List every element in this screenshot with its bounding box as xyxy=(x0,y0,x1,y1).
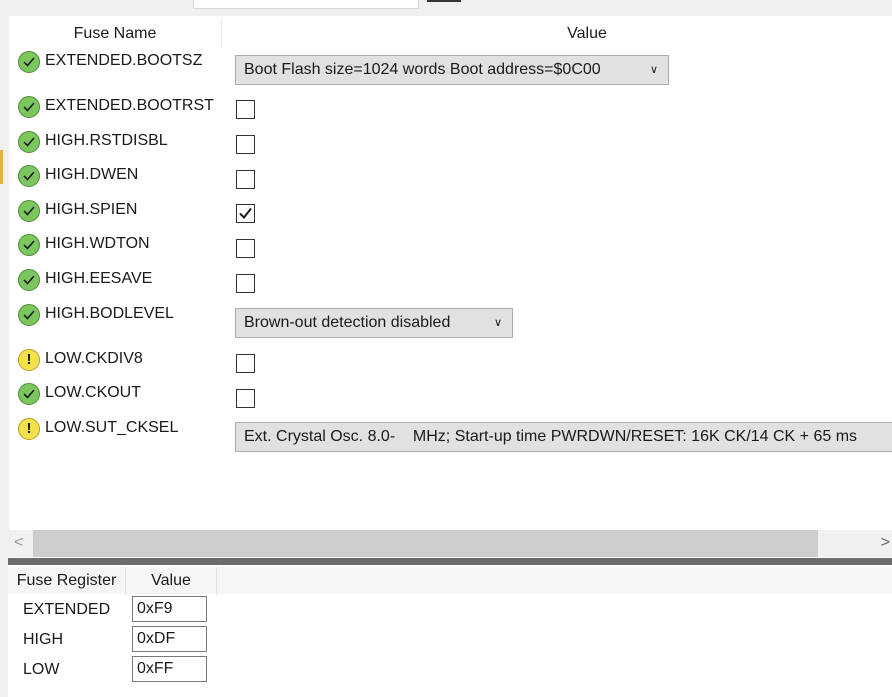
bodlevel-select[interactable]: Brown-out detection disabled ∨ xyxy=(235,308,513,338)
register-name-extended: EXTENDED xyxy=(23,601,111,618)
toolbar-field[interactable] xyxy=(193,0,419,9)
scrollbar-thumb[interactable] xyxy=(33,530,818,557)
wdton-checkbox[interactable] xyxy=(236,239,255,258)
checkmark-icon xyxy=(239,207,252,220)
scroll-right-icon[interactable]: > xyxy=(881,534,890,552)
panel-splitter[interactable] xyxy=(8,558,892,565)
side-indicator xyxy=(0,150,3,184)
register-value-low[interactable]: 0xFF xyxy=(132,656,207,682)
top-toolbar xyxy=(0,0,892,14)
check-circle-icon xyxy=(18,200,40,222)
check-circle-icon xyxy=(18,165,40,187)
check-circle-icon xyxy=(18,131,40,153)
check-circle-icon xyxy=(18,51,40,73)
horizontal-scrollbar[interactable]: < > xyxy=(8,530,892,557)
fuse-name: HIGH.BODLEVEL xyxy=(45,305,174,322)
fuse-name: HIGH.RSTDISBL xyxy=(45,132,168,149)
fuse-name: HIGH.DWEN xyxy=(45,166,139,183)
exclamation-circle-icon: ! xyxy=(18,349,40,371)
fuse-name: LOW.SUT_CKSEL xyxy=(45,419,179,436)
column-header-fuse-name[interactable]: Fuse Name xyxy=(9,20,222,48)
register-value-high[interactable]: 0xDF xyxy=(132,626,207,652)
fuse-name: LOW.CKOUT xyxy=(45,384,142,401)
column-header-value[interactable]: Value xyxy=(222,20,892,48)
toolbar-button[interactable] xyxy=(427,0,461,2)
register-name-low: LOW xyxy=(23,661,60,678)
register-grid-header: Fuse Register Value xyxy=(8,567,892,594)
column-header-fuse-register[interactable]: Fuse Register xyxy=(8,567,126,594)
fuse-grid-header: Fuse Name Value xyxy=(9,20,892,48)
register-value-extended[interactable]: 0xF9 xyxy=(132,596,207,622)
dwen-checkbox[interactable] xyxy=(236,170,255,189)
bootrst-checkbox[interactable] xyxy=(236,100,255,119)
fuse-name: EXTENDED.BOOTSZ xyxy=(45,52,203,69)
check-circle-icon xyxy=(18,96,40,118)
fuse-name: HIGH.EESAVE xyxy=(45,270,153,287)
select-value: Brown-out detection disabled xyxy=(244,314,451,331)
check-circle-icon xyxy=(18,383,40,405)
bootsz-select[interactable]: Boot Flash size=1024 words Boot address=… xyxy=(235,55,669,85)
select-value: Boot Flash size=1024 words Boot address=… xyxy=(244,61,601,78)
chevron-down-icon: ∨ xyxy=(649,64,658,76)
fuse-name: LOW.CKDIV8 xyxy=(45,350,143,367)
chevron-down-icon: ∨ xyxy=(493,317,502,329)
ckdiv8-checkbox[interactable] xyxy=(236,354,255,373)
column-header-register-value[interactable]: Value xyxy=(126,567,217,594)
check-circle-icon xyxy=(18,234,40,256)
exclamation-circle-icon: ! xyxy=(18,418,40,440)
fuse-name: EXTENDED.BOOTRST xyxy=(45,97,214,114)
spien-checkbox[interactable] xyxy=(236,204,255,223)
register-name-high: HIGH xyxy=(23,631,63,648)
check-circle-icon xyxy=(18,304,40,326)
fuse-name: HIGH.WDTON xyxy=(45,235,150,252)
eesave-checkbox[interactable] xyxy=(236,274,255,293)
select-value: Ext. Crystal Osc. 8.0- MHz; Start-up tim… xyxy=(244,428,858,445)
ckout-checkbox[interactable] xyxy=(236,389,255,408)
sut-cksel-select[interactable]: Ext. Crystal Osc. 8.0- MHz; Start-up tim… xyxy=(235,422,892,452)
rstdisbl-checkbox[interactable] xyxy=(236,135,255,154)
fuse-name: HIGH.SPIEN xyxy=(45,201,138,218)
scroll-left-icon[interactable]: < xyxy=(14,534,23,552)
check-circle-icon xyxy=(18,269,40,291)
